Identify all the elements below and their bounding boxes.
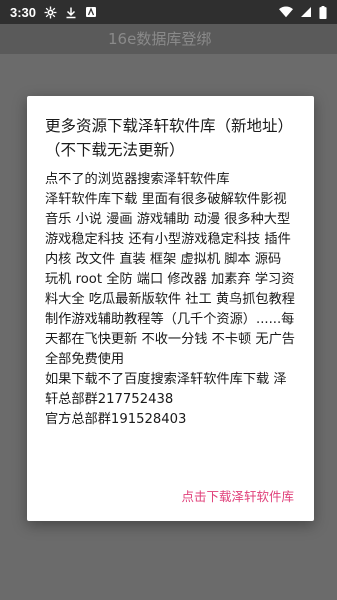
download-icon: [65, 6, 77, 19]
settings-icon: [44, 6, 57, 19]
app-title: 16e数据库登绑: [108, 30, 212, 48]
app-bar: 16e数据库登绑: [0, 24, 337, 54]
download-button[interactable]: 点击下载泽轩软件库: [181, 482, 294, 509]
battery-icon: [319, 5, 327, 19]
dialog-title: 更多资源下载泽轩软件库（新地址）（不下载无法更新）: [45, 117, 294, 159]
wifi-icon: [279, 6, 293, 18]
status-right: [279, 5, 327, 19]
status-left: 3:30: [10, 5, 97, 20]
status-time: 3:30: [10, 4, 37, 20]
status-bar: 3:30: [0, 0, 337, 24]
update-dialog: 更多资源下载泽轩软件库（新地址）（不下载无法更新） 点不了的浏览器搜索泽轩软件库…: [27, 96, 314, 521]
app-icon: [85, 6, 97, 18]
dialog-message: 点不了的浏览器搜索泽轩软件库 泽轩软件库下载 里面有很多破解软件影视 音乐 小说…: [45, 172, 295, 427]
signal-icon: [300, 6, 312, 18]
